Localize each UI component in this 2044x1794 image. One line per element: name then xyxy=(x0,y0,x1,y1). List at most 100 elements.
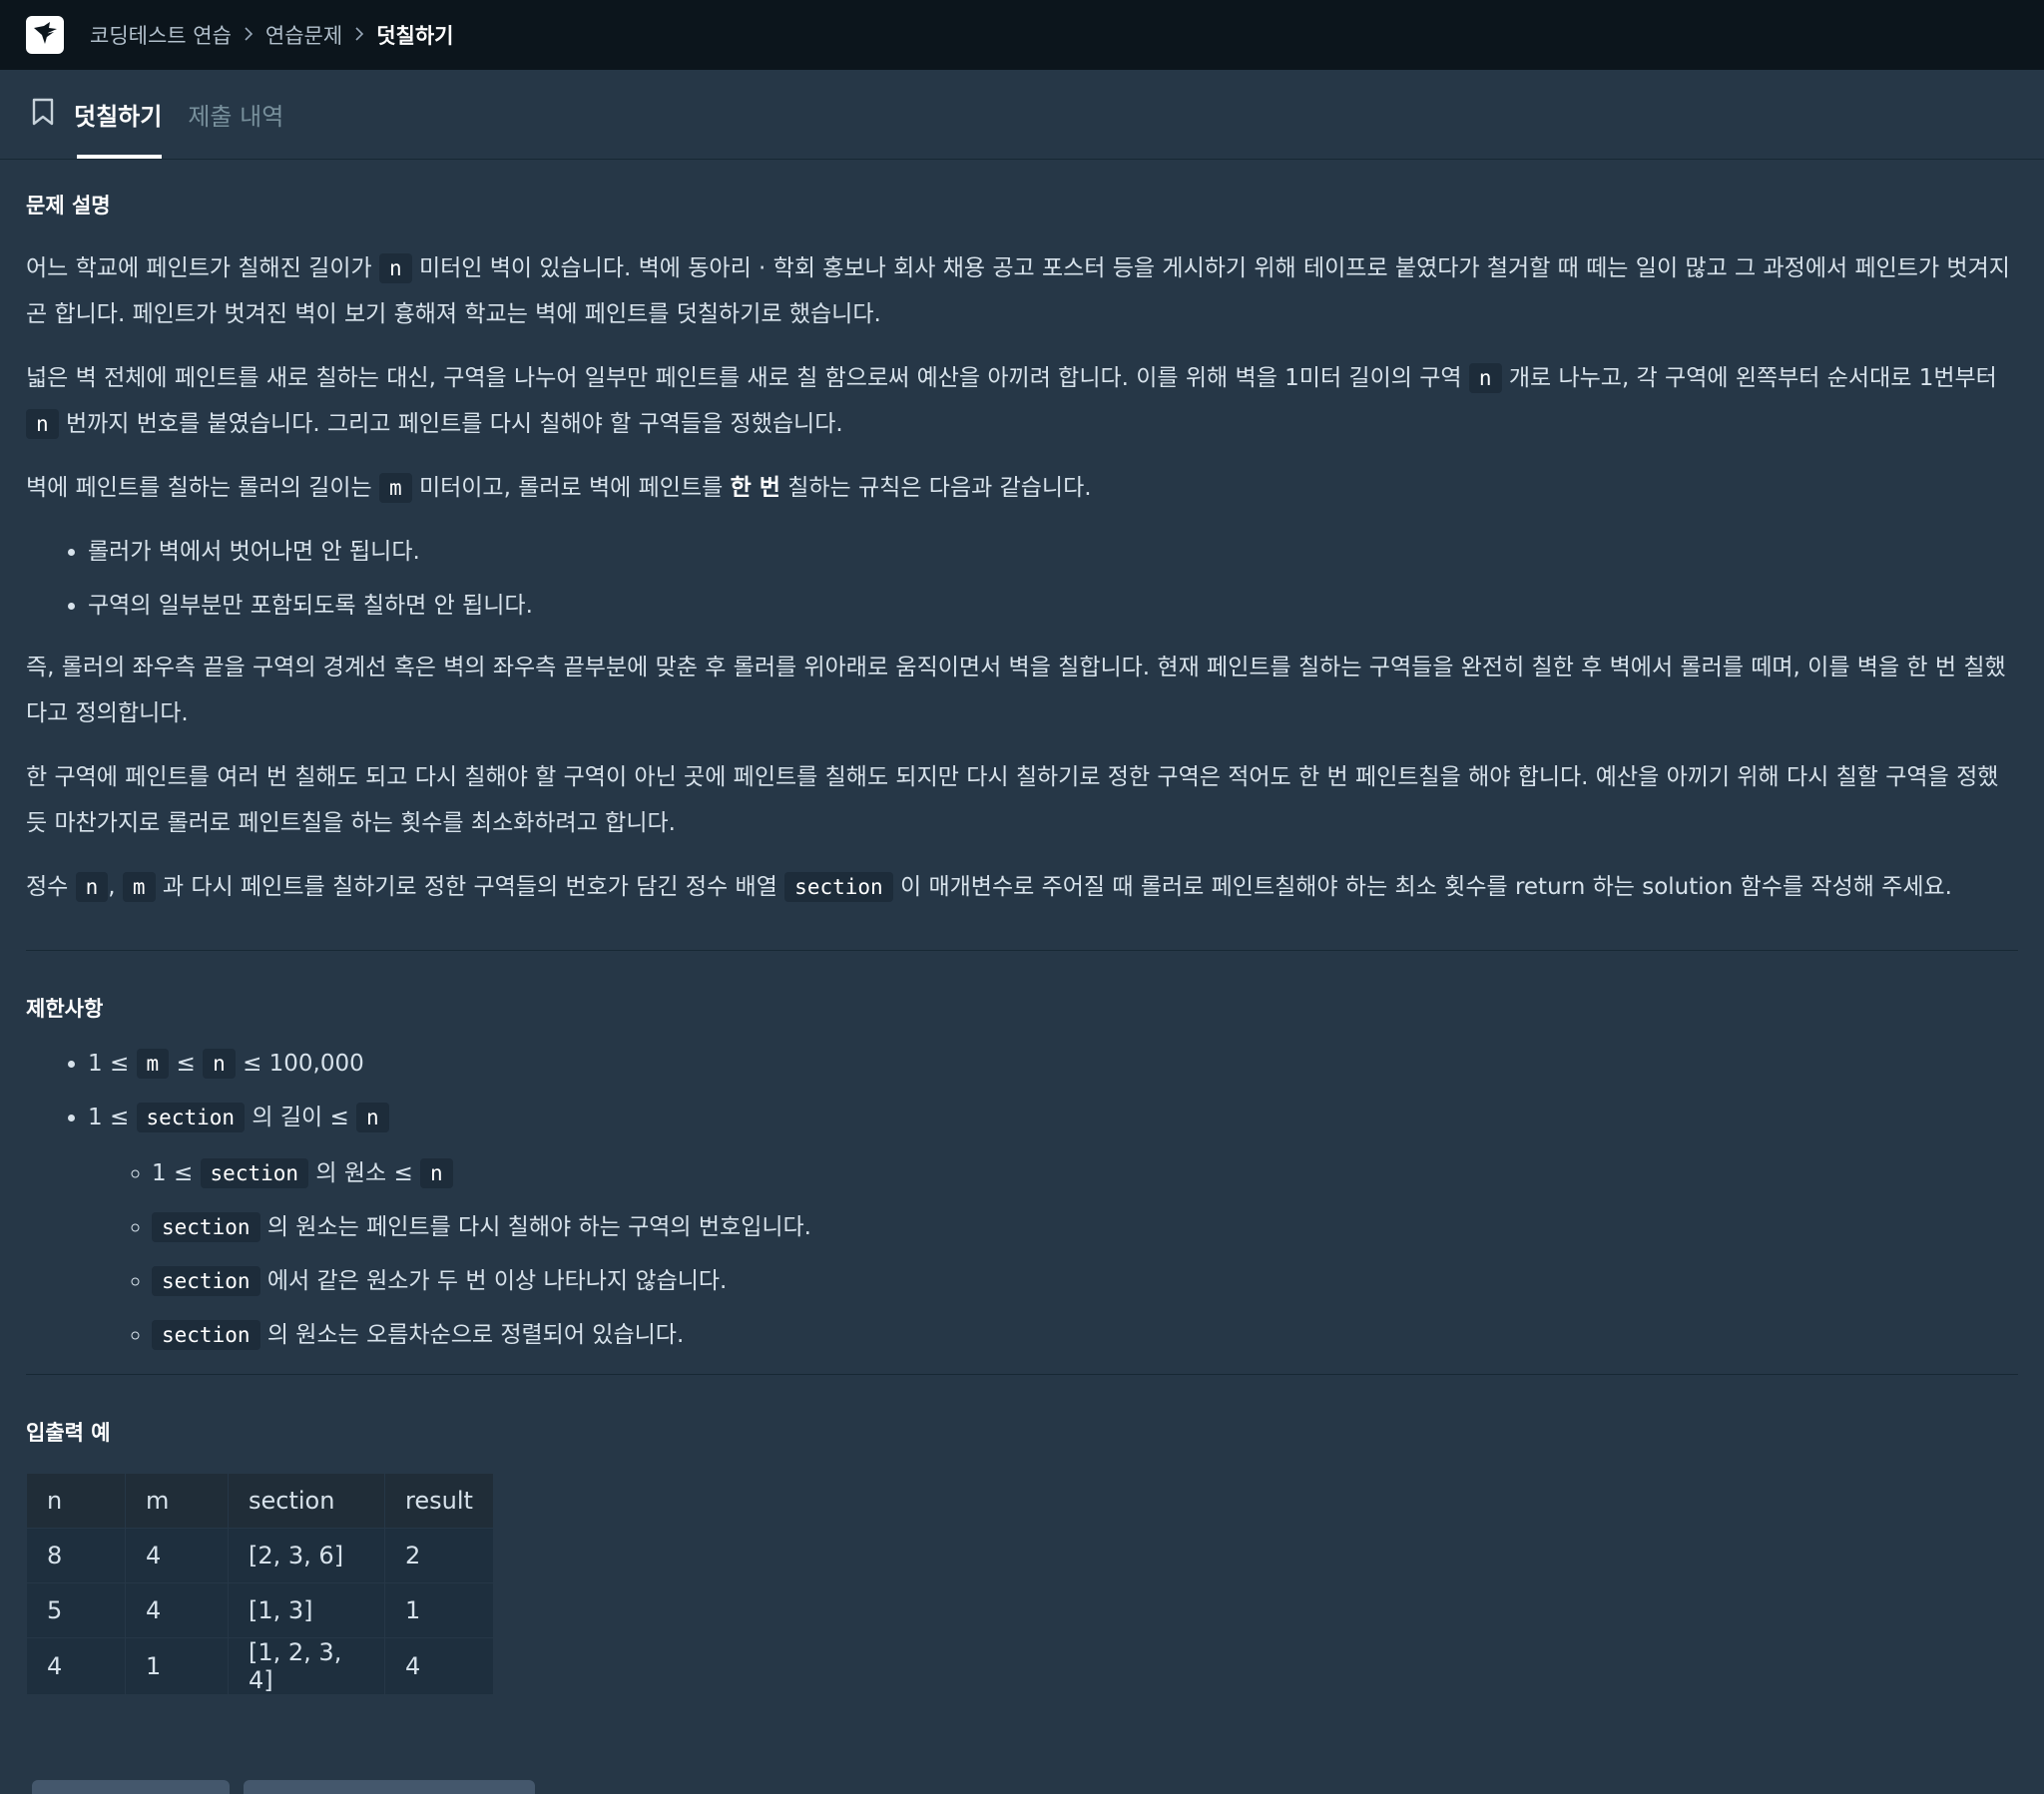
divider xyxy=(26,950,2018,951)
column-header-m: m xyxy=(125,1473,229,1529)
breadcrumb-coding-test[interactable]: 코딩테스트 연습 xyxy=(90,20,232,50)
chevron-right-icon xyxy=(354,23,364,47)
table-cell: [2, 3, 6] xyxy=(228,1528,385,1583)
problem-content: 문제 설명 어느 학교에 페인트가 칠해진 길이가 n 미터인 벽이 있습니다.… xyxy=(0,160,2044,1695)
list-item: 구역의 일부분만 포함되도록 칠하면 안 됩니다. xyxy=(88,591,2018,621)
table-cell: 4 xyxy=(125,1528,229,1583)
table-cell: [1, 2, 3, 4] xyxy=(228,1637,385,1695)
code-section: section xyxy=(136,1103,246,1132)
list-item: 1 ≤ m ≤ n ≤ 100,000 xyxy=(88,1049,2018,1079)
code-m: m xyxy=(378,473,412,503)
breadcrumb-practice[interactable]: 연습문제 xyxy=(265,20,342,50)
code-section: section xyxy=(152,1320,260,1350)
partial-button[interactable] xyxy=(32,1780,230,1794)
code-n: n xyxy=(26,409,59,439)
breadcrumb-current: 덧칠하기 xyxy=(376,24,454,48)
table-cell: 5 xyxy=(26,1582,126,1638)
text: 에서 같은 원소가 두 번 이상 나타나지 않습니다. xyxy=(266,1268,728,1294)
table-header-row: n m section result xyxy=(26,1473,494,1529)
code-m: m xyxy=(122,872,156,902)
tab-problem[interactable]: 덧칠하기 xyxy=(30,69,163,159)
text: 1 ≤ xyxy=(88,1105,130,1130)
code-section: section xyxy=(152,1212,260,1242)
text: ≤ xyxy=(176,1051,196,1077)
breadcrumb: 코딩테스트 연습 연습문제 덧칠하기 xyxy=(90,20,453,50)
table-cell: 2 xyxy=(384,1528,494,1583)
paragraph-4: 즉, 롤러의 좌우측 끝을 구역의 경계선 혹은 벽의 좌우측 끝부분에 맞춘 … xyxy=(26,655,2006,726)
paragraph-5: 한 구역에 페인트를 여러 번 칠해도 되고 다시 칠해야 할 구역이 아닌 곳… xyxy=(26,764,1999,836)
text: 넓은 벽 전체에 페인트를 새로 칠하는 대신, 구역을 나누어 일부만 페인트… xyxy=(26,365,1462,391)
tab-submissions-label: 제출 내역 xyxy=(188,102,284,131)
top-navigation: 코딩테스트 연습 연습문제 덧칠하기 xyxy=(0,0,2044,70)
code-section: section xyxy=(152,1266,260,1296)
text: 번까지 번호를 붙였습니다. 그리고 페인트를 다시 칠해야 할 구역들을 정했… xyxy=(65,411,843,437)
list-item: 롤러가 벽에서 벗어나면 안 됩니다. xyxy=(88,537,2018,567)
text: 1 ≤ xyxy=(88,1051,130,1077)
divider xyxy=(26,1374,2018,1375)
description-heading: 문제 설명 xyxy=(26,194,111,218)
column-header-result: result xyxy=(384,1473,494,1529)
constraints-heading: 제한사항 xyxy=(26,997,104,1021)
roller-rules-list: 롤러가 벽에서 벗어나면 안 됩니다. 구역의 일부분만 포함되도록 칠하면 안… xyxy=(26,537,2018,621)
text: , xyxy=(108,874,116,900)
table-cell: 8 xyxy=(26,1528,126,1583)
text: 의 원소는 페인트를 다시 칠해야 하는 구역의 번호입니다. xyxy=(266,1214,811,1240)
paragraph-2: 넓은 벽 전체에 페인트를 새로 칠하는 대신, 구역을 나누어 일부만 페인트… xyxy=(26,355,2018,447)
text: 의 길이 ≤ xyxy=(252,1105,349,1130)
active-tab-indicator xyxy=(77,155,163,159)
list-item: section 의 원소는 오름차순으로 정렬되어 있습니다. xyxy=(152,1320,2018,1350)
text: 어느 학교에 페인트가 칠해진 길이가 xyxy=(26,255,372,281)
bold-text: 한 번 xyxy=(730,475,780,501)
examples-heading: 입출력 예 xyxy=(26,1421,111,1445)
table-row: 8 4 [2, 3, 6] 2 xyxy=(26,1528,494,1583)
programmers-logo-icon[interactable] xyxy=(26,16,64,54)
table-cell: [1, 3] xyxy=(228,1582,385,1638)
column-header-n: n xyxy=(26,1473,126,1529)
tab-submissions[interactable]: 제출 내역 xyxy=(188,69,283,159)
column-header-section: section xyxy=(228,1473,385,1529)
text: 개로 나누고, 각 구역에 왼쪽부터 순서대로 1번부터 xyxy=(1508,365,1997,391)
examples-table: n m section result 8 4 [2, 3, 6] 2 5 4 [… xyxy=(26,1473,494,1695)
code-n: n xyxy=(378,253,412,283)
text: 미터이고, 롤러로 벽에 페인트를 xyxy=(418,475,724,501)
table-row: 5 4 [1, 3] 1 xyxy=(26,1582,494,1638)
text: 의 원소는 오름차순으로 정렬되어 있습니다. xyxy=(266,1322,685,1348)
paragraph-6: 정수 n, m 과 다시 페인트를 칠하기로 정한 구역들의 번호가 담긴 정수… xyxy=(26,864,2018,910)
text: 벽에 페인트를 칠하는 롤러의 길이는 xyxy=(26,475,372,501)
tab-bar: 덧칠하기 제출 내역 xyxy=(0,70,2044,160)
sub-constraints-list: 1 ≤ section 의 원소 ≤ n section 의 원소는 페인트를 … xyxy=(88,1158,2018,1350)
text: 칠하는 규칙은 다음과 같습니다. xyxy=(787,475,1092,501)
constraints-list: 1 ≤ m ≤ n ≤ 100,000 1 ≤ section 의 길이 ≤ n… xyxy=(26,1049,2018,1350)
text: 정수 xyxy=(26,874,69,900)
code-section: section xyxy=(200,1158,309,1188)
code-n: n xyxy=(420,1158,453,1188)
paragraph-1: 어느 학교에 페인트가 칠해진 길이가 n 미터인 벽이 있습니다. 벽에 동아… xyxy=(26,245,2018,337)
table-cell: 4 xyxy=(125,1582,229,1638)
text: 의 원소 ≤ xyxy=(315,1160,413,1186)
text: 과 다시 페인트를 칠하기로 정한 구역들의 번호가 담긴 정수 배열 xyxy=(162,874,777,900)
code-n: n xyxy=(356,1103,389,1132)
code-section: section xyxy=(784,872,893,902)
code-n: n xyxy=(203,1049,236,1079)
partial-button[interactable] xyxy=(244,1780,535,1794)
list-item: 1 ≤ section 의 원소 ≤ n xyxy=(152,1158,2018,1188)
bottom-partial-elements xyxy=(32,1780,549,1794)
table-row: 4 1 [1, 2, 3, 4] 4 xyxy=(26,1637,494,1695)
table-cell: 4 xyxy=(384,1637,494,1695)
table-cell: 1 xyxy=(125,1637,229,1695)
code-n: n xyxy=(1468,363,1502,393)
table-cell: 4 xyxy=(26,1637,126,1695)
list-item: 1 ≤ section 의 길이 ≤ n 1 ≤ section 의 원소 ≤ … xyxy=(88,1103,2018,1350)
list-item: section 의 원소는 페인트를 다시 칠해야 하는 구역의 번호입니다. xyxy=(152,1212,2018,1242)
tab-problem-label: 덧칠하기 xyxy=(74,102,163,131)
paragraph-3: 벽에 페인트를 칠하는 롤러의 길이는 m 미터이고, 롤러로 벽에 페인트를 … xyxy=(26,465,2018,511)
bookmark-icon[interactable] xyxy=(30,97,56,131)
list-item: section 에서 같은 원소가 두 번 이상 나타나지 않습니다. xyxy=(152,1266,2018,1296)
text: ≤ 100,000 xyxy=(243,1051,364,1077)
text: 이 매개변수로 주어질 때 롤러로 페인트칠해야 하는 최소 횟수를 retur… xyxy=(900,874,1952,900)
code-n: n xyxy=(75,872,109,902)
chevron-right-icon xyxy=(244,23,254,47)
code-m: m xyxy=(136,1049,170,1079)
table-cell: 1 xyxy=(384,1582,494,1638)
text: 1 ≤ xyxy=(152,1160,194,1186)
